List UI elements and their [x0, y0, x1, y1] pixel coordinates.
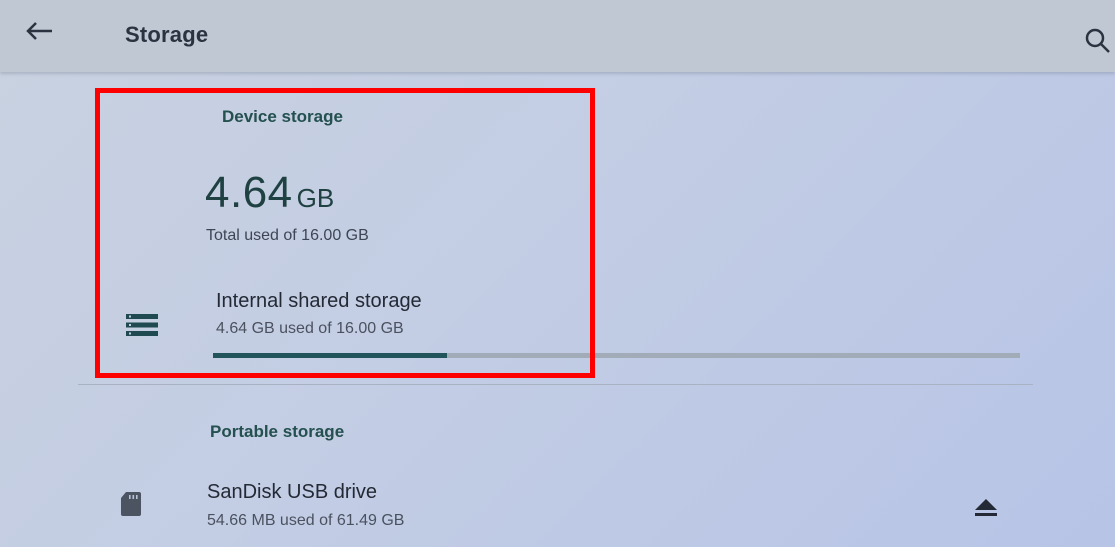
used-unit: GB	[296, 183, 335, 213]
page-title: Storage	[125, 22, 209, 47]
app-bar: Storage	[0, 0, 1115, 72]
arrow-left-icon	[26, 22, 52, 40]
storage-icon	[126, 314, 158, 336]
used-value: 4.64	[205, 168, 293, 217]
internal-storage-subtitle: 4.64 GB used of 16.00 GB	[216, 320, 404, 337]
search-button[interactable]	[1078, 20, 1114, 56]
back-button[interactable]	[22, 16, 62, 56]
internal-storage-progress	[213, 353, 1020, 358]
sandisk-subtitle: 54.66 MB used of 61.49 GB	[207, 512, 405, 529]
used-summary: 4.64 GB	[205, 168, 334, 218]
internal-storage-progress-fill	[213, 353, 448, 358]
portable-storage-header: Portable storage	[210, 422, 345, 441]
total-used-text: Total used of 16.00 GB	[206, 227, 369, 244]
sd-card-icon	[121, 492, 141, 516]
internal-storage-title: Internal shared storage	[216, 290, 422, 312]
section-divider	[78, 384, 1033, 385]
search-icon	[1085, 28, 1110, 53]
device-storage-header: Device storage	[222, 107, 343, 126]
sandisk-title: SanDisk USB drive	[207, 481, 378, 503]
eject-button[interactable]	[970, 496, 1002, 520]
eject-icon	[975, 499, 997, 516]
